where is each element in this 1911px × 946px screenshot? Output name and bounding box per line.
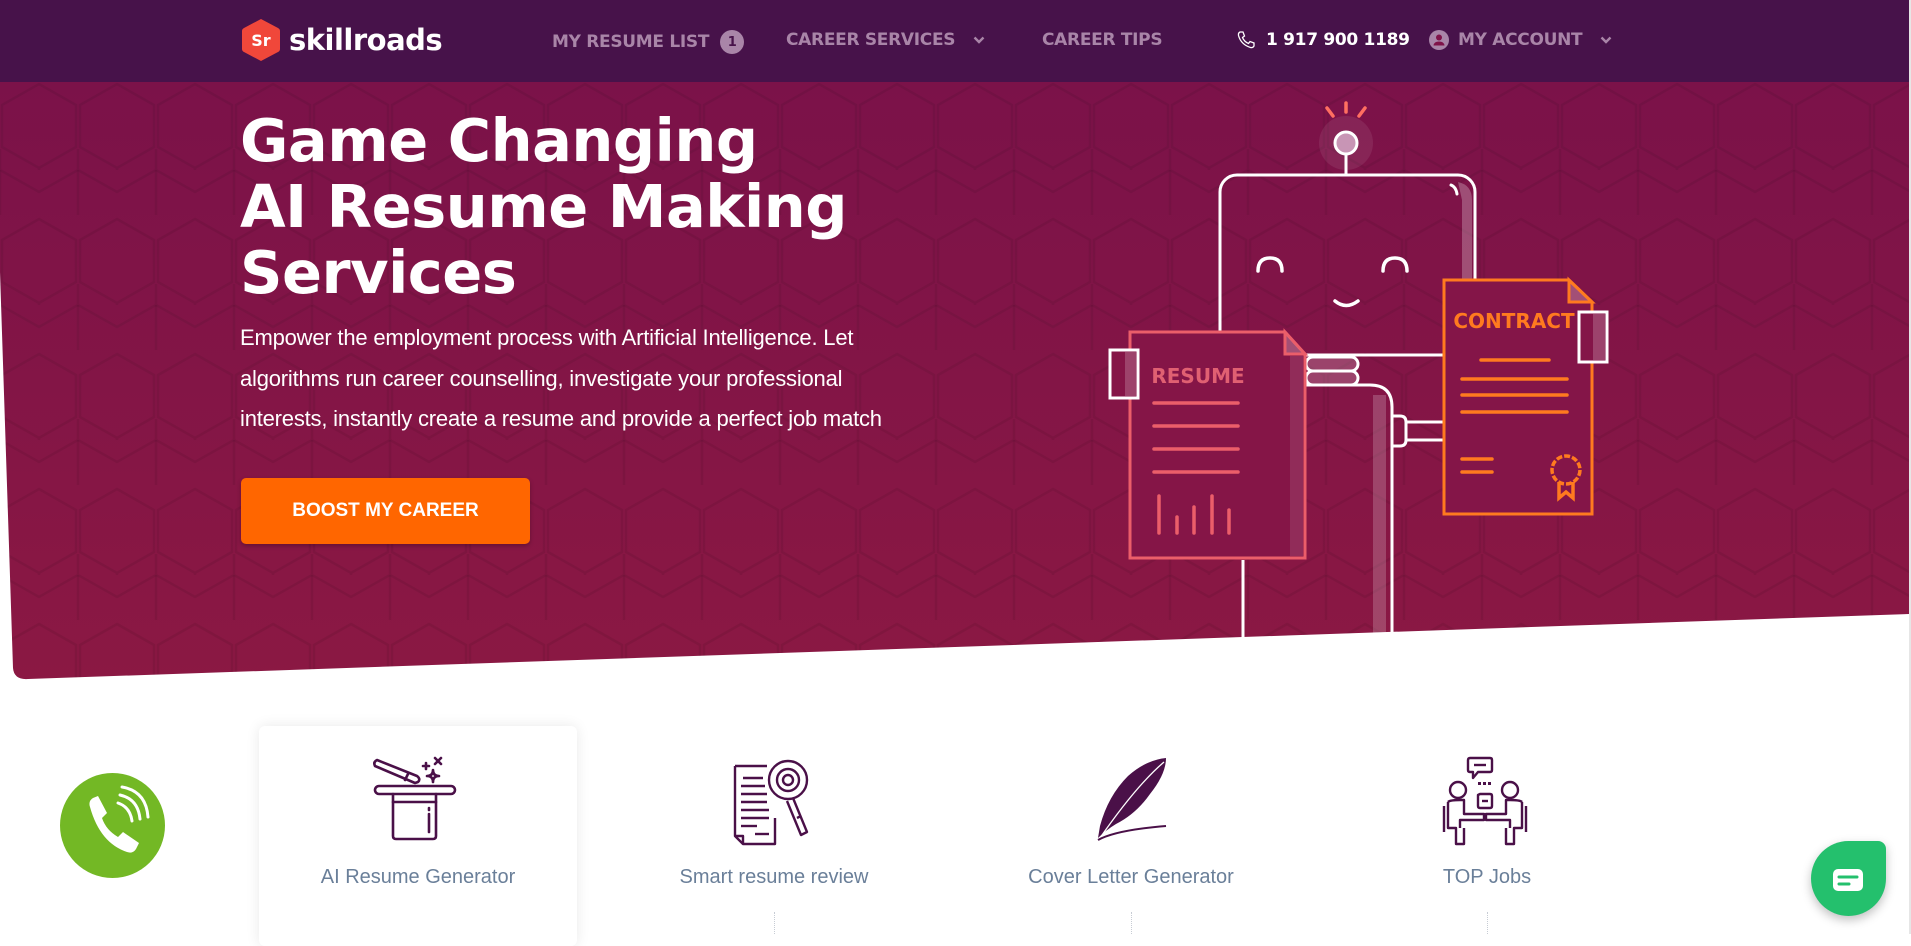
nav-career-tips[interactable]: CAREER TIPS bbox=[1042, 30, 1163, 50]
logo-mark: Sr bbox=[241, 18, 281, 62]
boost-my-career-button[interactable]: BOOST MY CAREER bbox=[241, 478, 530, 544]
service-ai-resume-generator[interactable]: AI Resume Generator bbox=[259, 726, 577, 946]
antenna-sparks bbox=[1325, 101, 1367, 118]
hero-description: Empower the employment process with Arti… bbox=[240, 318, 940, 440]
site-header: Sr skillroads MY RESUME LIST 1 CAREER SE… bbox=[0, 0, 1909, 82]
hero-title-line: Services bbox=[240, 238, 517, 307]
logo-text: skillroads bbox=[289, 23, 443, 57]
interview-icon bbox=[1442, 756, 1528, 846]
chat-button[interactable] bbox=[1811, 841, 1886, 916]
hero-description-line: Empower the employment process with Arti… bbox=[240, 325, 854, 350]
phone-icon bbox=[1237, 31, 1255, 49]
resume-label: RESUME bbox=[1151, 364, 1244, 388]
hero-title: Game Changing AI Resume Making Services bbox=[240, 108, 847, 306]
chevron-down-icon bbox=[1600, 36, 1612, 44]
nav-my-account[interactable]: MY ACCOUNT bbox=[1429, 30, 1612, 50]
service-label: TOP Jobs bbox=[1442, 866, 1532, 888]
resume-document: RESUME bbox=[1108, 328, 1309, 560]
nav-phone[interactable]: 1 917 900 1189 bbox=[1236, 30, 1410, 50]
nav-label: MY ACCOUNT bbox=[1458, 30, 1583, 50]
call-button[interactable] bbox=[60, 773, 165, 878]
svg-text:Sr: Sr bbox=[251, 31, 271, 50]
magic-hat-icon bbox=[373, 756, 457, 841]
hero-title-line: Game Changing bbox=[240, 106, 758, 175]
antenna-bulb bbox=[1333, 130, 1359, 156]
service-top-jobs[interactable]: TOP Jobs bbox=[1328, 726, 1646, 946]
chevron-down-icon bbox=[973, 36, 985, 44]
hero-description-line: interests, instantly create a resume and… bbox=[240, 406, 882, 431]
logo[interactable]: Sr skillroads bbox=[241, 17, 443, 63]
service-label: Smart resume review bbox=[679, 866, 869, 888]
contract-label: CONTRACT bbox=[1453, 309, 1575, 333]
nav-label: MY RESUME LIST bbox=[552, 32, 710, 52]
phone-call-icon bbox=[89, 785, 150, 853]
resume-count-badge: 1 bbox=[720, 30, 745, 54]
quill-pen-icon bbox=[1097, 758, 1167, 841]
nav-career-services[interactable]: CAREER SERVICES bbox=[786, 30, 985, 50]
nav-my-resume-list[interactable]: MY RESUME LIST 1 bbox=[552, 30, 745, 54]
service-label: AI Resume Generator bbox=[320, 866, 516, 888]
document-magnifier-icon bbox=[733, 759, 809, 846]
hero-section: Game Changing AI Resume Making Services … bbox=[0, 82, 1909, 682]
service-smart-resume-review[interactable]: Smart resume review bbox=[615, 726, 933, 946]
service-cover-letter-generator[interactable]: Cover Letter Generator bbox=[972, 726, 1290, 946]
nav-label: CAREER TIPS bbox=[1042, 30, 1163, 50]
phone-number: 1 917 900 1189 bbox=[1266, 30, 1410, 50]
robot-illustration: RESUME CONTRACT bbox=[1108, 101, 1609, 640]
chat-icon bbox=[1833, 869, 1863, 891]
hero-description-line: algorithms run career counselling, inves… bbox=[240, 365, 843, 391]
service-label: Cover Letter Generator bbox=[1028, 866, 1234, 888]
contract-document: CONTRACT bbox=[1442, 276, 1609, 516]
hero-title-line: AI Resume Making bbox=[240, 172, 847, 241]
nav-label: CAREER SERVICES bbox=[786, 30, 956, 50]
user-avatar-icon bbox=[1429, 30, 1449, 50]
